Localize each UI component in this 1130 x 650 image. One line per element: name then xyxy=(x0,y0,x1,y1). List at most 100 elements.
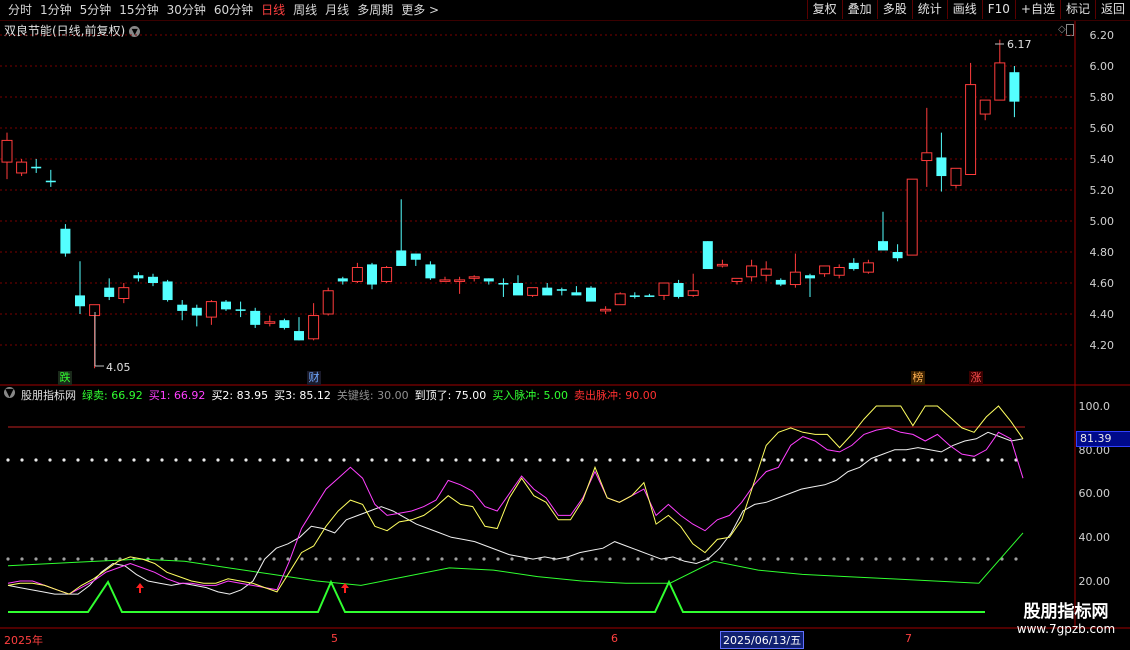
candle-body xyxy=(322,290,334,315)
candle-body xyxy=(542,287,553,296)
candle-body xyxy=(177,304,188,311)
candle-body xyxy=(527,287,539,296)
key-dotted-line xyxy=(930,557,934,561)
candle-body xyxy=(31,166,42,169)
candle-body xyxy=(367,264,377,285)
price-tick: 6.20 xyxy=(1089,29,1115,42)
top-dotted-line xyxy=(118,458,122,462)
price-tick: 5.00 xyxy=(1089,215,1115,228)
candle-body xyxy=(191,307,202,316)
chart-canvas[interactable] xyxy=(0,0,1130,650)
top-dotted-line xyxy=(412,458,416,462)
top-dotted-line xyxy=(524,458,528,462)
top-dotted-line xyxy=(258,458,262,462)
indicator-name[interactable]: 股朋指标网 xyxy=(21,387,76,403)
key-dotted-line xyxy=(776,557,780,561)
candle-body xyxy=(45,180,56,183)
watermark-title: 股朋指标网 xyxy=(1023,602,1109,622)
top-dotted-line xyxy=(692,458,696,462)
top-dotted-line xyxy=(1000,458,1004,462)
low-price-annotation: 4.05 xyxy=(106,361,131,374)
key-dotted-line xyxy=(314,557,318,561)
marker-ranking[interactable]: 榜 xyxy=(911,371,925,385)
legend-buy-pulse: 买入脉冲: 5.00 xyxy=(492,389,569,402)
candle-body xyxy=(337,278,348,282)
candle-body xyxy=(906,178,918,256)
candle-body xyxy=(250,310,261,325)
candle-body xyxy=(994,62,1006,101)
candle-body xyxy=(410,253,421,260)
key-dotted-line xyxy=(748,557,752,561)
key-dotted-line xyxy=(916,557,920,561)
key-dotted-line xyxy=(188,557,192,561)
top-dotted-line xyxy=(216,458,220,462)
selected-date: 2025/06/13/五 xyxy=(720,631,805,649)
top-dotted-line xyxy=(930,458,934,462)
top-dotted-line xyxy=(790,458,794,462)
key-dotted-line xyxy=(62,557,66,561)
candle-body xyxy=(513,283,523,296)
candle-body xyxy=(950,167,962,186)
top-dotted-line xyxy=(300,458,304,462)
key-dotted-line xyxy=(6,557,10,561)
candle-body xyxy=(396,250,407,266)
key-dotted-line xyxy=(1014,557,1018,561)
key-dotted-line xyxy=(804,557,808,561)
key-dotted-line xyxy=(412,557,416,561)
candle-body xyxy=(425,264,436,279)
key-dotted-line xyxy=(636,557,640,561)
key-dotted-line xyxy=(20,557,24,561)
key-dotted-line xyxy=(258,557,262,561)
top-dotted-line xyxy=(230,458,234,462)
indicator-menu-icon[interactable]: ▼ xyxy=(4,387,15,398)
candle-body xyxy=(279,320,290,328)
candle-body xyxy=(600,308,612,312)
marker-limit-up[interactable]: 涨 xyxy=(969,371,983,385)
top-dotted-line xyxy=(902,458,906,462)
key-dotted-line xyxy=(48,557,52,561)
candle-body xyxy=(746,265,758,278)
date-label-july: 7 xyxy=(905,632,912,645)
key-dotted-line xyxy=(454,557,458,561)
top-dotted-line xyxy=(538,458,542,462)
key-dotted-line xyxy=(566,557,570,561)
price-tick: 4.40 xyxy=(1089,308,1115,321)
candle-body xyxy=(892,252,903,259)
key-dotted-line xyxy=(972,557,976,561)
key-dotted-line xyxy=(860,557,864,561)
candle-body xyxy=(586,287,596,302)
top-dotted-line xyxy=(342,458,346,462)
buy1-line xyxy=(7,427,1024,595)
candle-body xyxy=(1009,72,1020,102)
top-dotted-line xyxy=(440,458,444,462)
top-dotted-line xyxy=(314,458,318,462)
top-dotted-line xyxy=(426,458,430,462)
date-axis: 2025年 5 6 2025/06/13/五 7 xyxy=(0,628,1075,649)
key-dotted-line xyxy=(818,557,822,561)
price-tick: 5.20 xyxy=(1089,184,1115,197)
key-dotted-line xyxy=(580,557,584,561)
indicator-tick: 100.0 xyxy=(1078,400,1111,413)
key-dotted-line xyxy=(272,557,276,561)
top-dotted-line xyxy=(776,458,780,462)
key-dotted-line xyxy=(650,557,654,561)
candle-body xyxy=(483,278,494,282)
candle-body xyxy=(731,277,743,282)
top-dotted-line xyxy=(132,458,136,462)
indicator-tick: 60.00 xyxy=(1078,487,1111,500)
price-tick: 5.80 xyxy=(1089,91,1115,104)
marker-finance[interactable]: 财 xyxy=(307,371,321,385)
key-dotted-line xyxy=(874,557,878,561)
indicator-lines xyxy=(7,405,1024,613)
marker-drop[interactable]: 跌 xyxy=(58,371,72,385)
candle-body xyxy=(878,241,888,251)
top-dotted-line xyxy=(370,458,374,462)
key-dotted-line xyxy=(202,557,206,561)
top-dotted-line xyxy=(188,458,192,462)
buy-signal-arrow xyxy=(136,583,144,593)
candle-body xyxy=(205,301,217,318)
indicator-tick: 40.00 xyxy=(1078,531,1111,544)
candle-body xyxy=(235,309,246,311)
candle-body xyxy=(819,265,831,275)
candle-body xyxy=(308,315,320,340)
